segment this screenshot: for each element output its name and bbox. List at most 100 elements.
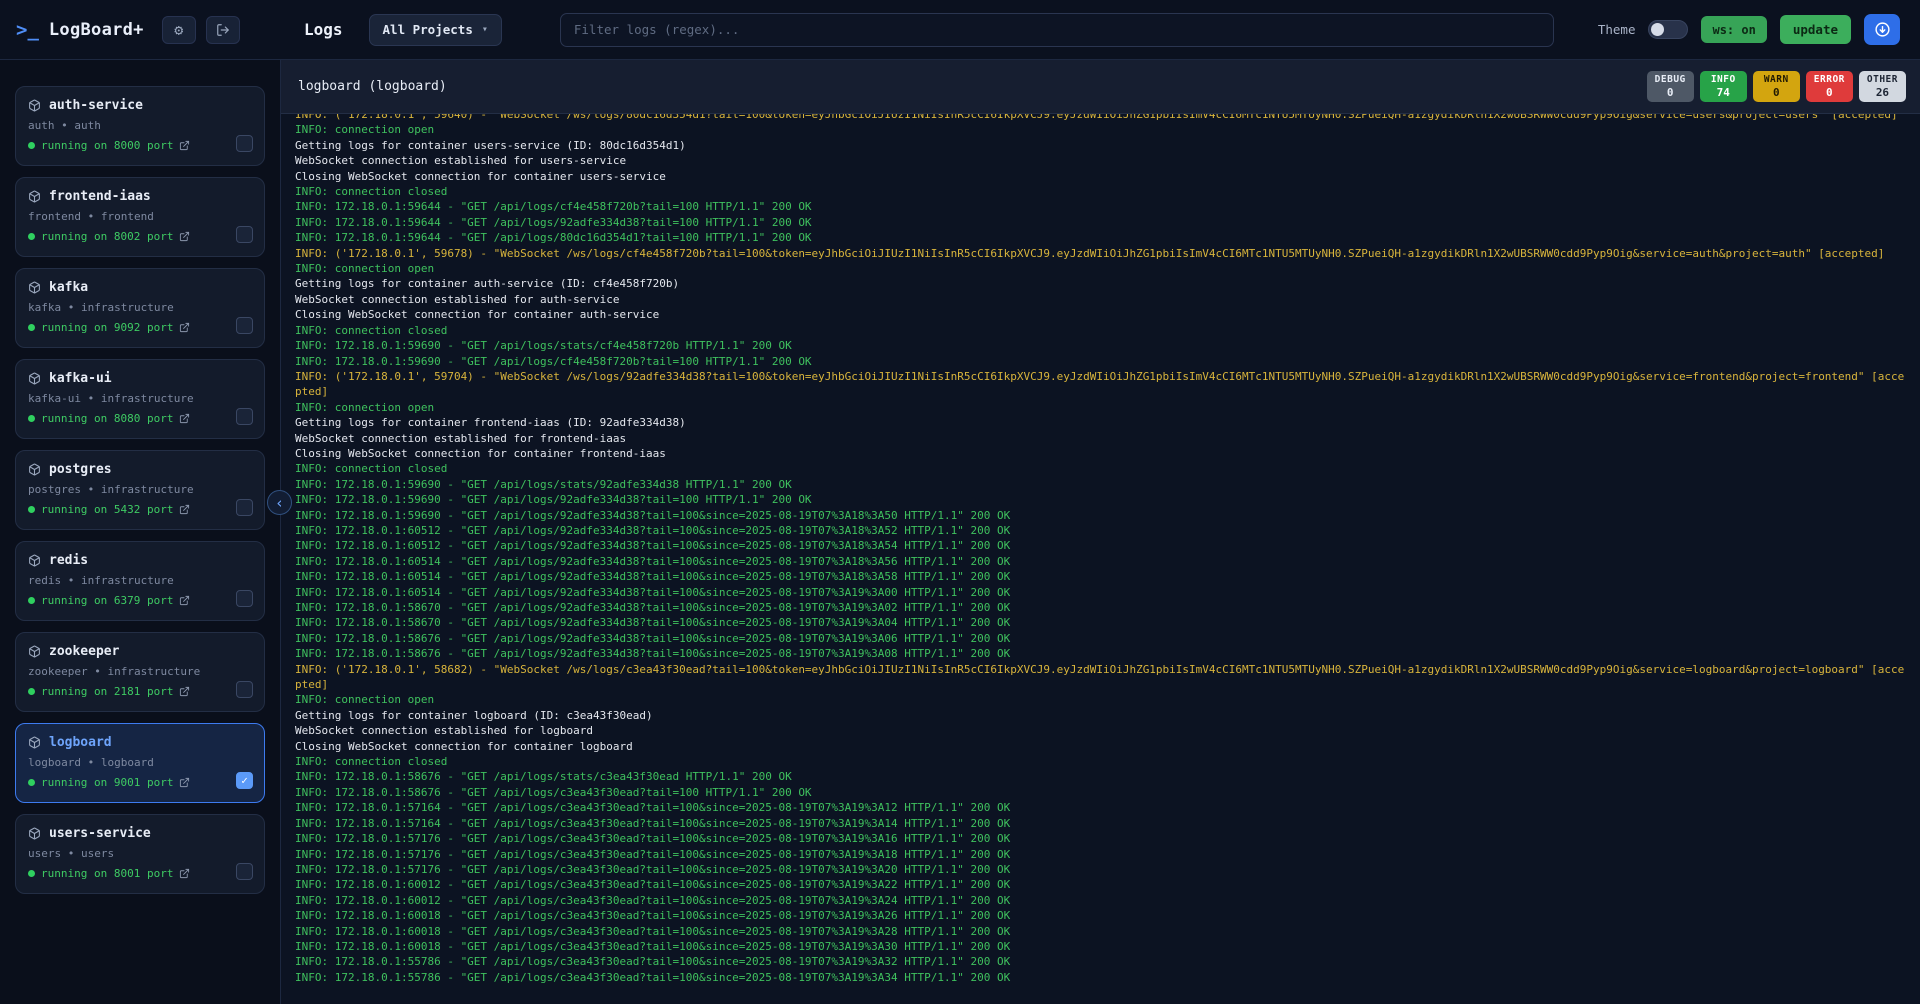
settings-button[interactable]: ⚙: [162, 16, 196, 44]
package-icon-wrap: [28, 827, 41, 840]
service-name: users-service: [49, 826, 151, 841]
app-title: LogBoard+: [49, 20, 144, 40]
service-status: running on 6379 port: [28, 594, 252, 607]
service-checkbox[interactable]: ✓: [236, 772, 253, 789]
log-line: INFO: 172.18.0.1:60012 - "GET /api/logs/…: [295, 893, 1906, 908]
log-line: INFO: 172.18.0.1:59690 - "GET /api/logs/…: [295, 508, 1906, 523]
badge-debug[interactable]: DEBUG0: [1647, 71, 1694, 102]
external-link-icon: [179, 595, 190, 606]
log-line: WebSocket connection established for fro…: [295, 431, 1906, 446]
service-meta: auth • auth: [28, 119, 252, 132]
status-dot: [28, 597, 35, 604]
log-line: Closing WebSocket connection for contain…: [295, 169, 1906, 184]
circle-arrow-down-icon: [1874, 21, 1891, 38]
log-line: WebSocket connection established for aut…: [295, 292, 1906, 307]
open-service-link[interactable]: [179, 686, 190, 697]
badge-warn[interactable]: WARN0: [1753, 71, 1800, 102]
open-service-link[interactable]: [179, 504, 190, 515]
open-service-link[interactable]: [179, 777, 190, 788]
logout-button[interactable]: [206, 16, 240, 44]
service-title-row: kafka-ui: [28, 371, 252, 386]
level-badges: DEBUG0INFO74WARN0ERROR0OTHER26: [1647, 71, 1906, 102]
service-card-zookeeper[interactable]: zookeeperzookeeper • infrastructurerunni…: [15, 632, 265, 712]
service-checkbox[interactable]: [236, 408, 253, 425]
log-line: INFO: 172.18.0.1:57176 - "GET /api/logs/…: [295, 862, 1906, 877]
service-title-row: postgres: [28, 462, 252, 477]
service-name: frontend-iaas: [49, 189, 151, 204]
log-line: INFO: 172.18.0.1:60514 - "GET /api/logs/…: [295, 554, 1906, 569]
service-list: auth-serviceauth • authrunning on 8000 p…: [15, 86, 265, 894]
status-dot: [28, 233, 35, 240]
log-line: INFO: 172.18.0.1:55786 - "GET /api/logs/…: [295, 970, 1906, 985]
service-status: running on 8002 port: [28, 230, 252, 243]
log-line: INFO: 172.18.0.1:60012 - "GET /api/logs/…: [295, 877, 1906, 892]
theme-toggle[interactable]: [1648, 20, 1688, 39]
log-line: INFO: 172.18.0.1:58676 - "GET /api/logs/…: [295, 646, 1906, 661]
service-checkbox[interactable]: [236, 499, 253, 516]
service-checkbox[interactable]: [236, 590, 253, 607]
page-title: Logs: [304, 20, 343, 39]
log-line: Closing WebSocket connection for contain…: [295, 446, 1906, 461]
project-filter-dropdown[interactable]: All Projects ▾: [369, 14, 502, 46]
service-card-redis[interactable]: redisredis • infrastructurerunning on 63…: [15, 541, 265, 621]
open-service-link[interactable]: [179, 140, 190, 151]
badge-label: DEBUG: [1655, 74, 1686, 85]
log-line: WebSocket connection established for log…: [295, 723, 1906, 738]
log-line: INFO: ('172.18.0.1', 59640) - "WebSocket…: [295, 114, 1906, 122]
service-title-row: zookeeper: [28, 644, 252, 659]
scroll-follow-button[interactable]: [1864, 14, 1900, 45]
project-filter-label: All Projects: [383, 22, 473, 37]
status-dot: [28, 415, 35, 422]
log-line: INFO: connection open: [295, 400, 1906, 415]
service-card-logboard[interactable]: logboardlogboard • logboardrunning on 90…: [15, 723, 265, 803]
service-checkbox[interactable]: [236, 681, 253, 698]
badge-info[interactable]: INFO74: [1700, 71, 1747, 102]
log-filter-input[interactable]: [560, 13, 1554, 47]
open-service-link[interactable]: [179, 868, 190, 879]
service-checkbox[interactable]: [236, 863, 253, 880]
service-card-auth-service[interactable]: auth-serviceauth • authrunning on 8000 p…: [15, 86, 265, 166]
badge-error[interactable]: ERROR0: [1806, 71, 1853, 102]
external-link-icon: [179, 231, 190, 242]
service-status-text: running on 8000 port: [41, 139, 173, 152]
open-service-link[interactable]: [179, 322, 190, 333]
package-icon-wrap: [28, 463, 41, 476]
service-status: running on 9001 port: [28, 776, 252, 789]
log-line: INFO: 172.18.0.1:59644 - "GET /api/logs/…: [295, 215, 1906, 230]
topbar: >_ LogBoard+ ⚙ Logs All Projects ▾ Theme…: [0, 0, 1920, 60]
external-link-icon: [179, 413, 190, 424]
service-status-text: running on 9092 port: [41, 321, 173, 334]
log-panel-title: logboard (logboard): [298, 79, 447, 94]
log-line: INFO: 172.18.0.1:57164 - "GET /api/logs/…: [295, 816, 1906, 831]
service-checkbox[interactable]: [236, 226, 253, 243]
service-meta: users • users: [28, 847, 252, 860]
open-service-link[interactable]: [179, 231, 190, 242]
service-card-kafka[interactable]: kafkakafka • infrastructurerunning on 90…: [15, 268, 265, 348]
service-card-frontend-iaas[interactable]: frontend-iaasfrontend • frontendrunning …: [15, 177, 265, 257]
log-line: INFO: connection closed: [295, 754, 1906, 769]
service-card-postgres[interactable]: postgrespostgres • infrastructurerunning…: [15, 450, 265, 530]
service-title-row: frontend-iaas: [28, 189, 252, 204]
log-line: INFO: 172.18.0.1:59690 - "GET /api/logs/…: [295, 338, 1906, 353]
service-meta: logboard • logboard: [28, 756, 252, 769]
service-checkbox[interactable]: [236, 317, 253, 334]
log-content[interactable]: INFO: ('172.18.0.1', 59640) - "WebSocket…: [281, 114, 1920, 1004]
external-link-icon: [179, 504, 190, 515]
log-line: INFO: 172.18.0.1:59690 - "GET /api/logs/…: [295, 354, 1906, 369]
package-icon: [28, 463, 41, 476]
badge-other[interactable]: OTHER26: [1859, 71, 1906, 102]
service-card-kafka-ui[interactable]: kafka-uikafka-ui • infrastructurerunning…: [15, 359, 265, 439]
update-button[interactable]: update: [1780, 15, 1851, 44]
service-status-text: running on 8001 port: [41, 867, 173, 880]
chevron-down-icon: ▾: [482, 24, 488, 35]
service-checkbox[interactable]: [236, 135, 253, 152]
package-icon-wrap: [28, 736, 41, 749]
service-card-users-service[interactable]: users-service users • users running on 800…: [15, 814, 265, 894]
open-service-link[interactable]: [179, 413, 190, 424]
service-status-text: running on 2181 port: [41, 685, 173, 698]
log-line: INFO: 172.18.0.1:58676 - "GET /api/logs/…: [295, 785, 1906, 800]
badge-label: OTHER: [1867, 74, 1898, 85]
collapse-sidebar-button[interactable]: ‹: [267, 490, 292, 515]
status-dot: [28, 324, 35, 331]
open-service-link[interactable]: [179, 595, 190, 606]
